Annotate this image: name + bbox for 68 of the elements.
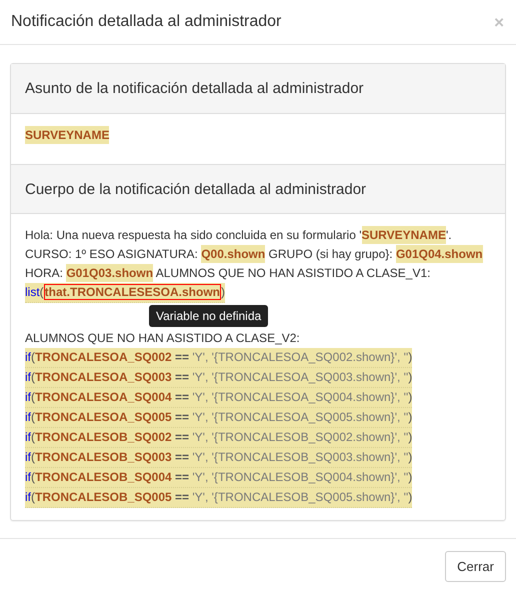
variable-tag: Q00.shown [201, 245, 266, 263]
dialog-title: Notificación detallada al administrador [11, 13, 282, 31]
argument-text: 'Y', '{TRONCALESOA_SQ005.shown}', '' [192, 410, 408, 424]
parenthesis: ( [31, 490, 35, 504]
parenthesis: ) [221, 285, 226, 299]
parenthesis: ( [31, 390, 35, 404]
variable-name: TRONCALESOB_SQ002 [35, 430, 172, 444]
body-text: ALUMNOS QUE NO HAN ASISTIDO A CLASE_V1: [154, 266, 430, 280]
variable-tag: SURVEYNAME [362, 226, 446, 244]
variable-name: TRONCALESOA_SQ002 [35, 350, 172, 364]
argument-text: 'Y', '{TRONCALESOA_SQ002.shown}', '' [192, 350, 408, 364]
function-name: if [25, 410, 31, 424]
variable-tag: G01Q03.shown [66, 264, 154, 282]
parenthesis: ( [31, 350, 35, 364]
operator-text: == [174, 430, 190, 444]
parenthesis: ) [408, 430, 412, 444]
parenthesis: ( [31, 410, 35, 424]
function-name: if [25, 390, 31, 404]
parenthesis: ) [408, 470, 412, 484]
function-name: if [25, 370, 31, 384]
function-name: if [25, 450, 31, 464]
operator-text: == [174, 470, 190, 484]
argument-text: 'Y', '{TRONCALESOB_SQ003.shown}', '' [192, 450, 408, 464]
variable-name: TRONCALESOA_SQ003 [35, 370, 172, 384]
parenthesis: ) [408, 490, 412, 504]
parenthesis: ) [408, 450, 412, 464]
variable-name: TRONCALESOB_SQ003 [35, 450, 172, 464]
parenthesis: ) [408, 410, 412, 424]
operator-text: == [174, 370, 190, 384]
operator-text: == [174, 350, 190, 364]
parenthesis: ) [408, 390, 412, 404]
body-text: Hola: Una nueva respuesta ha sido concluida en su formulario ' [25, 228, 362, 242]
parenthesis: ( [40, 285, 44, 299]
body-text: ALUMNOS QUE NO HAN ASISTIDO A CLASE_V2: [25, 331, 300, 345]
variable-tag: G01Q04.shown [396, 245, 483, 263]
parenthesis: ( [31, 470, 35, 484]
parenthesis: ) [408, 350, 412, 364]
body-text: GRUPO (si hay grupo}: [268, 247, 394, 261]
body-text: '. [446, 228, 452, 242]
parenthesis: ( [31, 450, 35, 464]
argument-text: 'Y', '{TRONCALESOA_SQ004.shown}', '' [192, 390, 408, 404]
function-name: if [25, 470, 31, 484]
function-name: list [25, 285, 40, 299]
function-name: if [25, 490, 31, 504]
argument-text: 'Y', '{TRONCALESOB_SQ002.shown}', '' [192, 430, 408, 444]
variable-tag: SURVEYNAME [25, 126, 110, 144]
operator-text: == [174, 490, 190, 504]
operator-text: == [174, 390, 190, 404]
function-name: if [25, 430, 31, 444]
close-button[interactable]: Cerrar [445, 551, 506, 582]
variable-name: TRONCALESOA_SQ005 [35, 410, 172, 424]
function-name: if [25, 350, 31, 364]
body-text: CURSO: 1º ESO ASIGNATURA: [25, 247, 199, 261]
operator-text: == [174, 410, 190, 424]
parenthesis: ( [31, 430, 35, 444]
panel-heading: Asunto de la notificación detallada al administrador [11, 64, 505, 114]
panel-heading: Cuerpo de la notificación detallada al administrador [11, 164, 505, 214]
argument-text: 'Y', '{TRONCALESOB_SQ004.shown}', '' [192, 470, 408, 484]
body-text: HORA: [25, 266, 64, 280]
tooltip: Variable no definida [149, 305, 268, 327]
operator-text: == [174, 450, 190, 464]
argument-text: 'Y', '{TRONCALESOB_SQ005.shown}', '' [192, 490, 408, 504]
variable-name: TRONCALESOB_SQ004 [35, 470, 172, 484]
variable-name: TRONCALESOB_SQ005 [35, 490, 172, 504]
variable-name: TRONCALESOA_SQ004 [35, 390, 172, 404]
parenthesis: ) [408, 370, 412, 384]
argument-text: 'Y', '{TRONCALESOA_SQ003.shown}', '' [192, 370, 408, 384]
parenthesis: ( [31, 370, 35, 384]
